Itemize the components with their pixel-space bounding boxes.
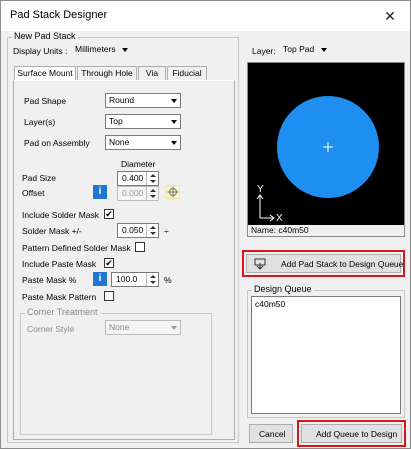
paste-mask-unit: % — [164, 275, 172, 285]
tab-fiducial[interactable]: Fiducial — [167, 66, 207, 81]
spin-up-icon — [150, 189, 156, 192]
corner-style-dropdown[interactable]: None — [105, 320, 181, 335]
design-queue-title: Design Queue — [252, 284, 314, 294]
spin-up-icon — [150, 174, 156, 177]
spin-down-icon — [150, 281, 156, 284]
preview-name: Name: c40m50 — [251, 225, 309, 235]
spin-buttons[interactable] — [146, 224, 158, 237]
pad-size-value: 0.400 — [122, 173, 144, 183]
tab-surface-mount[interactable]: Surface Mount — [14, 66, 76, 81]
check-icon: ✔ — [105, 209, 113, 219]
tab-label: Through Hole — [81, 68, 133, 78]
info-icon[interactable]: i — [93, 272, 107, 286]
chevron-down-icon — [320, 47, 327, 52]
add-pad-stack-button[interactable]: Add Pad Stack to Design Queue — [246, 254, 404, 273]
pad-size-input[interactable]: 0.400 — [117, 171, 159, 186]
tab-label: Fiducial — [172, 68, 202, 78]
add-queue-to-design-button[interactable]: Add Queue to Design — [301, 424, 402, 443]
title-bar: Pad Stack Designer ✕ — [1, 1, 410, 31]
spin-buttons[interactable] — [146, 273, 158, 286]
pad-preview-svg: Y X — [256, 96, 379, 224]
preview-name-bar: Name: c40m50 — [247, 225, 405, 237]
paste-mask-value: 100.0 — [116, 274, 138, 284]
add-to-queue-icon — [254, 258, 266, 270]
pad-shape-value: Round — [109, 95, 135, 105]
spin-up-icon — [150, 275, 156, 278]
pattern-defined-checkbox[interactable] — [135, 242, 145, 252]
spin-buttons[interactable] — [146, 187, 158, 200]
solder-mask-value: 0.050 — [122, 225, 144, 235]
display-units-label: Display Units : — [13, 46, 68, 56]
info-icon[interactable]: i — [93, 185, 107, 199]
paste-mask-pattern-label: Paste Mask Pattern — [22, 292, 97, 302]
pad-stack-designer-window: Pad Stack Designer ✕ New Pad Stack Displ… — [0, 0, 411, 449]
pad-shape-dropdown[interactable]: Round — [105, 93, 181, 108]
tab-label: Via — [145, 68, 159, 78]
offset-input[interactable]: 0.000 — [117, 186, 159, 201]
window-title: Pad Stack Designer — [10, 9, 108, 21]
spin-buttons[interactable] — [146, 172, 158, 185]
list-item[interactable]: c40m50 — [255, 299, 285, 309]
paste-mask-input[interactable]: 100.0 — [111, 272, 159, 287]
add-queue-label: Add Queue to Design — [316, 429, 398, 439]
offset-label: Offset — [22, 188, 45, 198]
solder-mask-input[interactable]: 0.050 — [117, 223, 159, 238]
corner-style-label: Corner Style — [27, 324, 75, 334]
cancel-label: Cancel — [259, 429, 286, 439]
info-glyph: i — [98, 186, 102, 197]
include-solder-mask-label: Include Solder Mask — [22, 210, 100, 220]
chevron-down-icon — [171, 326, 177, 330]
solder-mask-unit: ÷ — [164, 226, 169, 236]
y-axis-label: Y — [257, 184, 264, 195]
solder-mask-label: Solder Mask +/- — [22, 226, 82, 236]
layer-value: Top Pad — [283, 44, 315, 54]
cancel-button[interactable]: Cancel — [249, 424, 293, 443]
chevron-down-icon — [171, 99, 177, 103]
layers-value: Top — [109, 116, 123, 126]
tab-label: Surface Mount — [17, 68, 73, 78]
tab-via[interactable]: Via — [138, 66, 166, 81]
close-icon[interactable]: ✕ — [380, 6, 400, 26]
check-icon: ✔ — [105, 258, 113, 268]
tab-through-hole[interactable]: Through Hole — [77, 66, 137, 81]
pad-preview-canvas: Y X — [247, 62, 405, 232]
x-axis-label: X — [276, 213, 283, 224]
spin-up-icon — [150, 226, 156, 229]
paste-mask-label: Paste Mask % — [22, 275, 77, 285]
info-glyph: i — [98, 273, 102, 284]
layer-dropdown[interactable]: Top Pad — [283, 44, 327, 54]
pad-on-assembly-label: Pad on Assembly — [24, 138, 90, 148]
pattern-defined-label: Pattern Defined Solder Mask — [22, 243, 131, 253]
offset-value: 0.000 — [122, 188, 144, 198]
include-paste-mask-checkbox[interactable]: ✔ — [104, 258, 114, 268]
pad-on-assembly-dropdown[interactable]: None — [105, 135, 181, 150]
pad-size-label: Pad Size — [22, 173, 57, 183]
display-units-dropdown[interactable]: Millimeters — [75, 44, 128, 54]
layers-dropdown[interactable]: Top — [105, 114, 181, 129]
design-queue-list[interactable]: c40m50 — [251, 296, 401, 414]
spin-down-icon — [150, 232, 156, 235]
chevron-down-icon — [171, 141, 177, 145]
display-units-value: Millimeters — [75, 44, 116, 54]
pad-on-assembly-value: None — [109, 137, 130, 147]
diameter-header: Diameter — [121, 159, 156, 169]
new-pad-stack-title: New Pad Stack — [12, 31, 78, 41]
corner-style-value: None — [109, 322, 130, 332]
corner-treatment-title: Corner Treatment — [25, 307, 100, 317]
paste-mask-pattern-checkbox[interactable] — [104, 291, 114, 301]
layer-label: Layer: — [252, 46, 276, 56]
spin-down-icon — [150, 180, 156, 183]
spin-down-icon — [150, 195, 156, 198]
chevron-down-icon — [122, 47, 128, 52]
add-pad-stack-label: Add Pad Stack to Design Queue — [281, 259, 404, 269]
target-crosshair-icon[interactable] — [166, 185, 180, 199]
include-solder-mask-checkbox[interactable]: ✔ — [104, 209, 114, 219]
chevron-down-icon — [171, 120, 177, 124]
include-paste-mask-label: Include Paste Mask — [22, 259, 97, 269]
layers-label: Layer(s) — [24, 117, 56, 127]
pad-shape-label: Pad Shape — [24, 96, 67, 106]
